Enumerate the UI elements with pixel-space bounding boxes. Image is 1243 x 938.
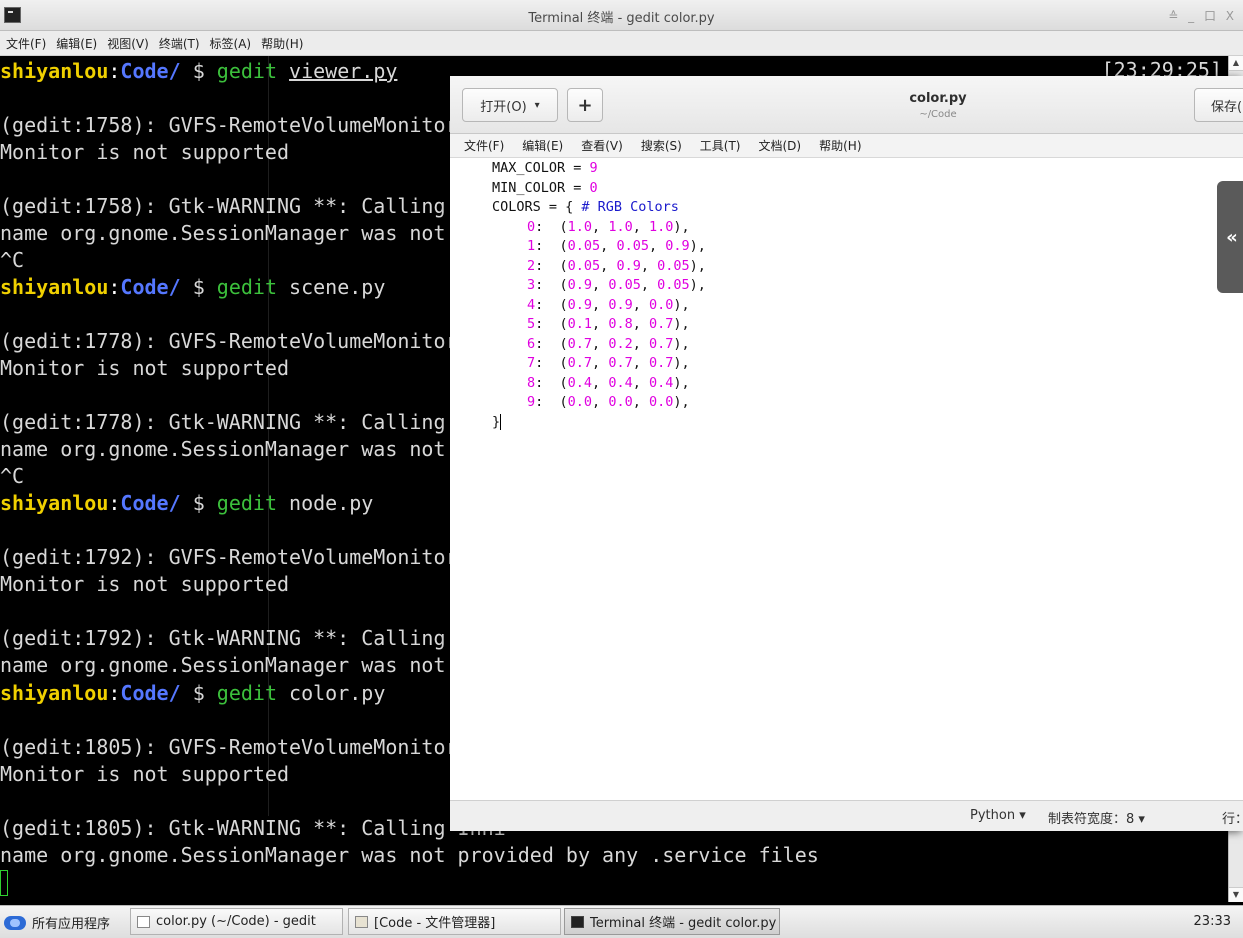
terminal-cursor (0, 870, 8, 896)
terminal-line: (gedit:1792): GVFS-RemoteVolumeMonitor-W… (0, 545, 506, 569)
code-line: MAX_COLOR = 9 (492, 160, 598, 176)
terminal-window-title: Terminal 终端 - gedit color.py (528, 11, 715, 26)
terminal-line: (gedit:1805): GVFS-RemoteVolumeMonitor-W… (0, 735, 506, 759)
gedit-menu-search[interactable]: 搜索(S) (641, 137, 682, 154)
code-line: MIN_COLOR = 0 (492, 179, 598, 196)
code-line: 1: (0.05, 0.05, 0.9), (527, 238, 706, 254)
code-line: 9: (0.0, 0.0, 0.0), (527, 394, 690, 410)
applications-menu-icon (4, 915, 26, 930)
code-line: 8: (0.4, 0.4, 0.4), (527, 374, 690, 391)
terminal-menu-help[interactable]: 帮助(H) (261, 35, 303, 52)
terminal-line: name org.gnome.SessionManager was not pr… (0, 221, 506, 245)
terminal-line: Monitor is not supported (0, 140, 289, 164)
code-line: 5: (0.1, 0.8, 0.7), (527, 316, 690, 332)
terminal-line: name org.gnome.SessionManager was not pr… (0, 653, 506, 677)
terminal-line: (gedit:1778): GVFS-RemoteVolumeMonitor-W… (0, 329, 506, 353)
scroll-down-arrow-icon[interactable]: ▼ (1229, 887, 1243, 902)
cursor-position: 行： (1222, 812, 1243, 827)
gedit-window: 打开(O) ▾ + color.py ~/Code 保存( 文件(F) 编辑(E… (450, 76, 1243, 831)
terminal-line: (gedit:1778): Gtk-WARNING **: Calling In… (0, 410, 506, 434)
gedit-menu-view[interactable]: 查看(V) (581, 137, 623, 154)
window-controls[interactable]: ≙ _ 口 X (1168, 7, 1237, 24)
side-panel-toggle[interactable]: « (1217, 181, 1243, 293)
applications-menu-label: 所有应用程序 (32, 917, 111, 932)
open-button-label: 打开(O) (480, 99, 527, 115)
text-caret (500, 413, 502, 430)
taskbar-item-label: Terminal 终端 - gedit color.py (590, 916, 777, 931)
terminal-line: Monitor is not supported (0, 572, 289, 596)
terminal-menu-terminal[interactable]: 终端(T) (159, 35, 200, 52)
open-button[interactable]: 打开(O) ▾ (462, 88, 558, 122)
terminal-line: (gedit:1805): Gtk-WARNING **: Calling In… (0, 816, 506, 840)
taskbar-clock: 23:33 (1193, 914, 1231, 929)
gedit-menu-help[interactable]: 帮助(H) (819, 137, 861, 154)
terminal-line: (gedit:1758): GVFS-RemoteVolumeMonitor-W… (0, 113, 506, 137)
terminal-line: Monitor is not supported (0, 762, 289, 786)
terminal-line: (gedit:1792): Gtk-WARNING **: Calling In… (0, 626, 506, 650)
taskbar-item-gedit[interactable]: color.py (~/Code) - gedit (130, 908, 343, 935)
code-line: 2: (0.05, 0.9, 0.05), (527, 257, 706, 274)
double-chevron-left-icon: « (1226, 226, 1238, 248)
text-editor-icon (137, 915, 150, 928)
terminal-line: shiyanlou:Code/ $ gedit color.py (0, 681, 386, 705)
gedit-menu-documents[interactable]: 文档(D) (759, 137, 802, 154)
taskbar-item-terminal[interactable]: Terminal 终端 - gedit color.py (564, 908, 780, 935)
terminal-menu-tabs[interactable]: 标签(A) (210, 35, 252, 52)
new-document-button[interactable]: + (567, 88, 603, 122)
gedit-menu-tools[interactable]: 工具(T) (700, 137, 741, 154)
gedit-statusbar: Python ▾ 制表符宽度：8 ▾ 行： (450, 800, 1243, 831)
terminal-titlebar[interactable]: Terminal 终端 - gedit color.py ≙ _ 口 X (0, 0, 1243, 31)
applications-menu-button[interactable]: 所有应用程序 (4, 913, 110, 932)
taskbar-item-label: [Code - 文件管理器] (374, 916, 496, 931)
terminal-line: name org.gnome.SessionManager was not pr… (0, 437, 506, 461)
terminal-line: ^C (0, 248, 25, 272)
gedit-headerbar[interactable]: 打开(O) ▾ + color.py ~/Code 保存( (450, 76, 1243, 134)
gedit-menu-edit[interactable]: 编辑(E) (522, 137, 563, 154)
terminal-menubar: 文件(F) 编辑(E) 视图(V) 终端(T) 标签(A) 帮助(H) (0, 31, 1243, 56)
gedit-menubar: 文件(F) 编辑(E) 查看(V) 搜索(S) 工具(T) 文档(D) 帮助(H… (450, 134, 1243, 158)
code-line: 3: (0.9, 0.05, 0.05), (527, 277, 706, 293)
terminal-line: Monitor is not supported (0, 356, 289, 380)
terminal-line: shiyanlou:Code/ $ gedit scene.py (0, 275, 386, 299)
code-line: } (492, 413, 502, 430)
taskbar: 所有应用程序 color.py (~/Code) - gedit [Code -… (0, 905, 1243, 938)
code-line: 7: (0.7, 0.7, 0.7), (527, 355, 690, 371)
language-selector[interactable]: Python ▾ (970, 808, 1026, 823)
terminal-line: shiyanlou:Code/ $ gedit viewer.py (0, 59, 398, 83)
taskbar-item-label: color.py (~/Code) - gedit (156, 914, 316, 929)
dropdown-arrow-icon: ▾ (534, 99, 540, 111)
code-line: COLORS = { # RGB Colors (492, 199, 679, 215)
terminal-line: ^C (0, 464, 25, 488)
tab-width-selector[interactable]: 制表符宽度：8 ▾ (1048, 808, 1145, 827)
terminal-line: (gedit:1758): Gtk-WARNING **: Calling In… (0, 194, 506, 218)
folder-icon (355, 915, 368, 928)
taskbar-item-file-manager[interactable]: [Code - 文件管理器] (348, 908, 561, 935)
terminal-menu-edit[interactable]: 编辑(E) (56, 35, 97, 52)
terminal-line: shiyanlou:Code/ $ gedit node.py (0, 491, 374, 515)
gedit-menu-file[interactable]: 文件(F) (464, 137, 504, 154)
scroll-up-arrow-icon[interactable]: ▲ (1229, 56, 1243, 71)
terminal-menu-file[interactable]: 文件(F) (6, 35, 46, 52)
terminal-line: name org.gnome.SessionManager was not pr… (0, 843, 819, 867)
terminal-menu-view[interactable]: 视图(V) (107, 35, 149, 52)
code-editor[interactable]: MAX_COLOR = 9 MIN_COLOR = 0 COLORS = { #… (450, 159, 1243, 800)
code-line: 6: (0.7, 0.2, 0.7), (527, 335, 690, 352)
document-path: ~/Code (919, 109, 957, 120)
document-title: color.py (909, 91, 967, 106)
save-button[interactable]: 保存( (1194, 88, 1243, 122)
code-line: 0: (1.0, 1.0, 1.0), (527, 218, 690, 235)
terminal-icon (571, 915, 584, 928)
code-line: 4: (0.9, 0.9, 0.0), (527, 296, 690, 313)
